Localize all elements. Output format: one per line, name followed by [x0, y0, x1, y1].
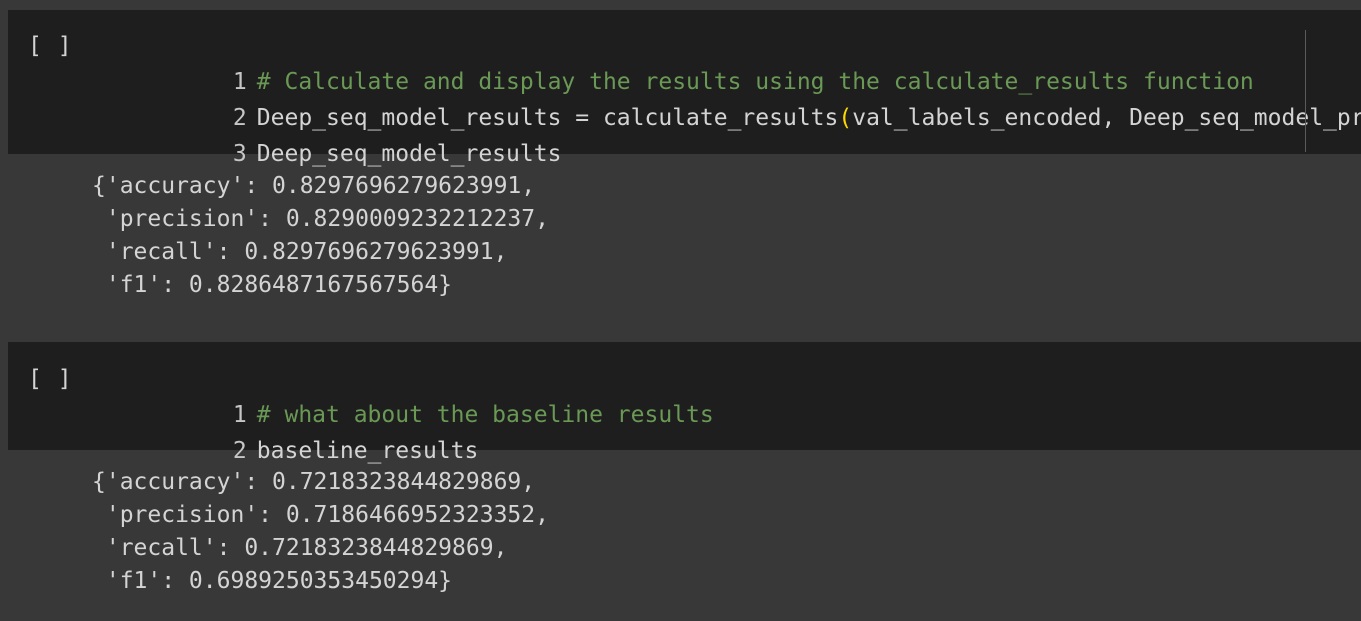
code-cell-1[interactable]: [ ] 1 # Calculate and display the results…: [8, 10, 1361, 167]
code-args: val_labels_encoded, Deep_seq_model_pred: [852, 105, 1361, 131]
output-line: 'f1': 0.6989250353450294}: [92, 568, 453, 594]
line-number: 2: [232, 105, 247, 131]
output-line: {'accuracy': 0.7218323844829869,: [92, 469, 536, 495]
run-cell-button[interactable]: [ ]: [28, 361, 73, 397]
code-text: baseline_results: [256, 438, 479, 464]
output-line: 'f1': 0.8286487167567564}: [92, 272, 453, 298]
notebook: [ ] 1 # Calculate and display the results…: [0, 0, 1361, 621]
cell-output-2: {'accuracy': 0.7218323844829869, 'precis…: [92, 466, 549, 598]
line-number: 1: [232, 69, 247, 95]
code-comment: # Calculate and display the results usin…: [256, 69, 1254, 95]
code-editor[interactable]: 1 # what about the baseline results 2 base…: [112, 361, 1361, 464]
editor-ruler: [1305, 30, 1306, 152]
output-line: 'precision': 0.7186466952323352,: [92, 502, 549, 528]
code-cell-2[interactable]: [ ] 1 # what about the baseline results 2…: [8, 342, 1361, 464]
run-cell-button[interactable]: [ ]: [28, 28, 73, 64]
code-line: 1 # Calculate and display the results usi…: [112, 28, 1361, 95]
code-comment: # what about the baseline results: [256, 402, 714, 428]
cell-output-1: {'accuracy': 0.8297696279623991, 'precis…: [92, 170, 549, 302]
output-line: 'precision': 0.8290009232212237,: [92, 206, 549, 232]
code-line: 1 # what about the baseline results: [112, 361, 1361, 428]
output-line: {'accuracy': 0.8297696279623991,: [92, 173, 536, 199]
code-text: Deep_seq_model_results = calculate_resul…: [256, 105, 839, 131]
top-strip: [0, 0, 1361, 10]
code-paren-open: (: [838, 105, 853, 131]
output-line: 'recall': 0.8297696279623991,: [92, 239, 508, 265]
line-number: 1: [232, 402, 247, 428]
code-editor[interactable]: 1 # Calculate and display the results usi…: [112, 28, 1361, 167]
line-number: 2: [232, 438, 247, 464]
output-line: 'recall': 0.7218323844829869,: [92, 535, 508, 561]
line-number: 3: [232, 141, 247, 167]
code-text: Deep_seq_model_results: [256, 141, 562, 167]
